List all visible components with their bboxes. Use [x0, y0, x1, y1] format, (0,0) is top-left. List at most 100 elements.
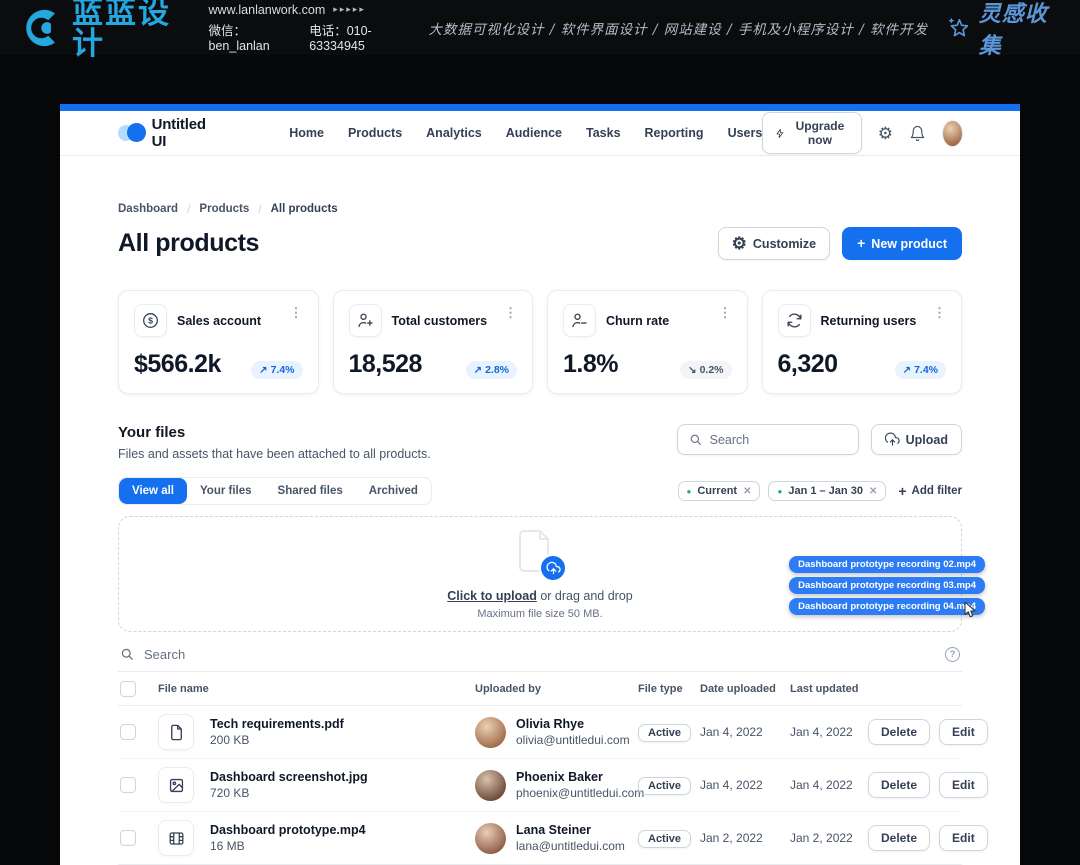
col-date-uploaded: Date uploaded — [700, 683, 790, 695]
row-checkbox[interactable] — [120, 830, 136, 846]
user-name: Olivia Rhye — [516, 717, 630, 731]
delete-button[interactable]: Delete — [868, 772, 930, 798]
file-upload-icon — [517, 530, 563, 578]
tab-shared-files[interactable]: Shared files — [265, 478, 356, 504]
files-search-box — [677, 424, 859, 455]
lanlan-brand: 蓝蓝设计 www.lanlanwork.com ▸▸▸▸▸ 微信：ben_lan… — [20, 0, 411, 59]
upload-cloud-icon — [885, 432, 900, 447]
edit-button[interactable]: Edit — [939, 772, 988, 798]
trend-up-badge: 7.4% — [251, 361, 302, 379]
help-icon[interactable] — [945, 647, 960, 662]
select-all-checkbox[interactable] — [120, 681, 136, 697]
status-badge: Active — [638, 724, 691, 742]
nav-item-tasks[interactable]: Tasks — [586, 126, 621, 140]
kebab-menu-icon[interactable] — [933, 304, 946, 322]
row-checkbox[interactable] — [120, 724, 136, 740]
breadcrumb-separator — [258, 202, 261, 216]
kebab-menu-icon[interactable] — [290, 304, 303, 322]
stat-label: Sales account — [177, 314, 261, 328]
banner-wechat: 微信：ben_lanlan — [209, 20, 294, 53]
tab-view-all[interactable]: View all — [119, 478, 187, 504]
kebab-menu-icon[interactable] — [504, 304, 517, 322]
add-filter-button[interactable]: Add filter — [898, 484, 962, 499]
kebab-menu-icon[interactable] — [719, 304, 732, 322]
date-uploaded: Jan 4, 2022 — [700, 778, 790, 792]
breadcrumb-products[interactable]: Products — [199, 203, 249, 215]
notifications-bell-icon[interactable] — [909, 125, 926, 142]
page-title: All products — [118, 229, 259, 258]
breadcrumb-dashboard[interactable]: Dashboard — [118, 203, 178, 215]
stats-row: $ Sales account $566.2k 7.4% — [118, 290, 962, 394]
stat-label: Total customers — [392, 314, 488, 328]
nav-item-reporting[interactable]: Reporting — [645, 126, 704, 140]
customize-button[interactable]: Customize — [718, 227, 830, 260]
file-chip[interactable]: Dashboard prototype recording 04.mp4 — [789, 598, 985, 615]
trend-up-badge: 7.4% — [895, 361, 946, 379]
edit-button[interactable]: Edit — [939, 825, 988, 851]
dollar-coin-icon: $ — [134, 304, 167, 337]
gear-icon — [732, 235, 747, 252]
app-header: Untitled UI Home Products Analytics Audi… — [60, 111, 1020, 156]
dropzone-hint: Maximum file size 50 MB. — [477, 608, 602, 620]
banner-website: www.lanlanwork.com — [209, 3, 326, 17]
inspiration-collect: 灵感收集 — [946, 0, 1060, 60]
edit-button[interactable]: Edit — [939, 719, 988, 745]
row-checkbox[interactable] — [120, 777, 136, 793]
files-search-input[interactable] — [710, 433, 847, 447]
nav-item-home[interactable]: Home — [289, 126, 324, 140]
file-size: 200 KB — [210, 733, 475, 747]
files-tabs: View all Your files Shared files Archive… — [118, 477, 432, 505]
user-email: phoenix@untitledui.com — [516, 786, 644, 800]
close-icon[interactable] — [869, 486, 877, 497]
col-file-name: File name — [158, 683, 475, 695]
nav-item-audience[interactable]: Audience — [506, 126, 562, 140]
file-image-icon — [158, 767, 194, 803]
banner-phone: 电话：010-63334945 — [309, 20, 410, 53]
delete-button[interactable]: Delete — [868, 825, 930, 851]
upload-button[interactable]: Upload — [871, 424, 962, 455]
filter-pill-current[interactable]: Current — [678, 481, 761, 501]
new-product-button[interactable]: New product — [842, 227, 962, 260]
user-name: Lana Steiner — [516, 823, 625, 837]
table-search-input[interactable] — [144, 647, 936, 662]
nav-item-products[interactable]: Products — [348, 126, 402, 140]
tab-archived[interactable]: Archived — [356, 478, 431, 504]
upgrade-now-button[interactable]: Upgrade now — [762, 112, 861, 154]
file-size: 720 KB — [210, 786, 475, 800]
collect-label: 灵感收集 — [979, 0, 1060, 60]
settings-gear-icon[interactable] — [878, 125, 893, 142]
delete-button[interactable]: Delete — [868, 719, 930, 745]
file-chip[interactable]: Dashboard prototype recording 02.mp4 — [789, 556, 985, 573]
file-chip[interactable]: Dashboard prototype recording 03.mp4 — [789, 577, 985, 594]
nav-item-analytics[interactable]: Analytics — [426, 126, 482, 140]
close-icon[interactable] — [743, 486, 751, 497]
breadcrumb-separator — [187, 202, 190, 216]
dragged-file-chips: Dashboard prototype recording 02.mp4 Das… — [789, 556, 985, 615]
col-last-updated: Last updated — [790, 683, 868, 695]
file-size: 16 MB — [210, 839, 475, 853]
file-document-icon — [158, 714, 194, 750]
main-nav: Home Products Analytics Audience Tasks R… — [289, 126, 762, 140]
tab-your-files[interactable]: Your files — [187, 478, 265, 504]
table-search-row — [118, 641, 962, 672]
col-uploaded-by: Uploaded by — [475, 683, 638, 695]
table-header: File name Uploaded by File type Date upl… — [118, 672, 962, 706]
user-email: olivia@untitledui.com — [516, 733, 630, 747]
filter-pill-date-range[interactable]: Jan 1 – Jan 30 — [768, 481, 886, 501]
stat-value: 1.8% — [563, 350, 618, 379]
lanlan-logo-icon — [20, 8, 62, 48]
nav-item-users[interactable]: Users — [728, 126, 763, 140]
breadcrumb-all-products: All products — [271, 203, 338, 215]
upload-cloud-badge-icon — [539, 554, 567, 582]
stat-value: $566.2k — [134, 350, 221, 379]
click-to-upload-link[interactable]: Click to upload — [447, 589, 537, 603]
accent-topbar — [60, 104, 1020, 111]
stat-label: Returning users — [821, 314, 917, 328]
table-row: Dashboard prototype.mp4 16 MB Lana Stein… — [118, 812, 962, 865]
user-avatar[interactable] — [942, 120, 963, 147]
page-background: Untitled UI Home Products Analytics Audi… — [0, 55, 1080, 865]
promo-banner: 蓝蓝设计 www.lanlanwork.com ▸▸▸▸▸ 微信：ben_lan… — [0, 0, 1080, 55]
stat-value: 6,320 — [778, 350, 838, 379]
app-logo[interactable]: Untitled UI — [118, 116, 211, 150]
file-video-icon — [158, 820, 194, 856]
